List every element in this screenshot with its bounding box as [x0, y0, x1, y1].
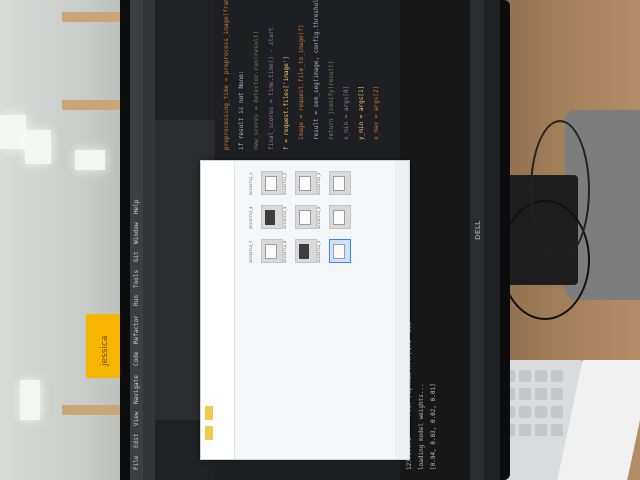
code-line: preprocessing_time = preprocess_image(fr… — [223, 0, 230, 150]
menu-item[interactable]: File — [133, 456, 140, 470]
file-explorer-window[interactable]: 20230712_1 20230712_2 20230712_3 20230712_4… — [200, 160, 410, 460]
thumbnail-image — [333, 210, 345, 225]
thumbnail-label: 20230712_4 — [249, 206, 253, 229]
office-background — [0, 0, 135, 480]
ceiling-light — [0, 115, 26, 149]
folder-icon[interactable] — [205, 426, 213, 440]
ceiling-beam — [62, 12, 122, 22]
thumbnail-image — [265, 176, 277, 191]
thumbnail-label: 20230712_3 — [317, 172, 321, 195]
image-thumbnail[interactable] — [295, 171, 317, 195]
thumbnail-label: 20230712_2 — [283, 172, 287, 195]
sticky-note-text: jessica — [100, 335, 110, 366]
image-thumbnail[interactable] — [295, 205, 317, 229]
menu-item[interactable]: Window — [133, 222, 140, 244]
thumbnail-label: 20230712_5 — [283, 206, 287, 229]
explorer-status-bar — [395, 161, 409, 459]
thumbnail-label: 20230712_9 — [317, 240, 321, 263]
thumbnail-image — [265, 244, 277, 259]
menu-item[interactable]: Navigate — [133, 375, 140, 404]
image-thumbnail[interactable] — [261, 171, 283, 195]
image-thumbnail[interactable] — [329, 239, 351, 263]
windows-taskbar[interactable] — [470, 0, 484, 480]
ceiling-light — [25, 130, 51, 164]
code-line: final_scores = time.time() - start — [268, 27, 275, 150]
thumbnail-label: 20230712_6 — [317, 206, 321, 229]
menu-item[interactable]: Edit — [133, 434, 140, 448]
menu-item[interactable]: Run — [133, 295, 140, 306]
menu-item[interactable]: Code — [133, 352, 140, 366]
image-thumbnail[interactable] — [329, 205, 351, 229]
menu-item[interactable]: Git — [133, 251, 140, 262]
ide-toolbar — [143, 0, 155, 480]
thumbnail-image — [265, 210, 275, 225]
ide-terminal[interactable]: 127.0.0.1 - - "POST /upload HTTP/1.1" 20… — [400, 0, 470, 480]
ceiling-light — [75, 150, 105, 170]
folder-icon[interactable] — [205, 406, 213, 420]
code-line: f = request.files['image'] — [283, 56, 290, 150]
code-line: return jsonify(result) — [328, 60, 335, 140]
code-line: x_max = args[2] — [373, 85, 380, 140]
image-thumbnail[interactable] — [295, 239, 317, 263]
image-thumbnail[interactable] — [329, 171, 351, 195]
cable — [530, 120, 590, 260]
thumbnail-image — [299, 244, 309, 259]
thumbnail-image — [299, 176, 311, 191]
code-line: image = request.file_to_image(f) — [298, 24, 305, 140]
thumbnail-image — [333, 244, 345, 259]
code-line: if result is not None: — [238, 70, 245, 150]
code-line: result = sem_seg(image, config.threshold… — [313, 0, 320, 140]
thumbnail-label: 20230712_1 — [249, 172, 253, 195]
terminal-line: loading model weights... — [418, 383, 425, 470]
menu-item[interactable]: View — [133, 412, 140, 426]
image-thumbnail[interactable] — [261, 239, 283, 263]
ceiling-beam — [62, 100, 122, 110]
ceiling-light — [20, 380, 40, 420]
thumbnail-image — [333, 176, 345, 191]
menu-item[interactable]: Help — [133, 200, 140, 214]
image-thumbnail[interactable] — [261, 205, 283, 229]
code-line: y_min = args[1] — [358, 85, 365, 140]
menu-item[interactable]: Tools — [133, 270, 140, 288]
thumbnail-label: 20230712_7 — [249, 240, 253, 263]
monitor-logo: DELL — [474, 220, 482, 240]
code-line: x_min = args[0] — [343, 85, 350, 140]
code-line: new_scores = detector.run(result) — [253, 30, 260, 150]
ide-menu-bar: File Edit View Navigate Code Refactor Run Tools… — [130, 0, 143, 480]
ceiling-beam — [62, 405, 122, 415]
thumbnail-image — [299, 210, 311, 225]
thumbnail-label: 20230712_8 — [283, 240, 287, 263]
menu-item[interactable]: Refactor — [133, 315, 140, 344]
terminal-line: [0.94, 0.03, 0.02, 0.01] — [430, 383, 437, 470]
explorer-ribbon — [201, 161, 235, 459]
